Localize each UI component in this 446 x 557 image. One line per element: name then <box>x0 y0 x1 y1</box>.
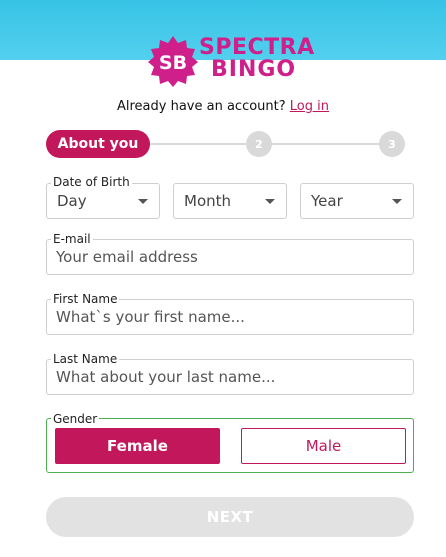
logo-badge-text: SB <box>159 52 187 74</box>
step-2-indicator: 2 <box>246 131 272 157</box>
login-prompt-text: Already have an account? <box>116 99 286 114</box>
email-field[interactable] <box>46 239 414 275</box>
dob-day-value: Day <box>57 192 87 210</box>
logo-wordmark: SPECTRA BINGO <box>199 37 315 81</box>
step-about-you: About you <box>46 130 150 158</box>
dob-month-value: Month <box>184 192 232 210</box>
gender-male-button[interactable]: Male <box>241 428 406 464</box>
step-3-indicator: 3 <box>379 131 405 157</box>
login-link[interactable]: Log in <box>290 99 329 114</box>
chevron-down-icon <box>138 199 148 204</box>
spectra-bingo-logo: SB SPECTRA BINGO <box>147 35 317 87</box>
last-name-label: Last Name <box>51 352 120 366</box>
login-prompt: Already have an account? Log in <box>0 99 446 114</box>
dob-month-select[interactable]: Month <box>173 183 287 219</box>
dob-year-select[interactable]: Year <box>300 183 414 219</box>
dob-label: Date of Birth <box>51 175 132 189</box>
email-label: E-mail <box>51 232 93 246</box>
gender-female-button[interactable]: Female <box>55 428 220 464</box>
logo-line-2: BINGO <box>211 57 297 82</box>
logo-line-1: SPECTRA <box>199 35 315 60</box>
logo-badge-icon: SB <box>148 36 198 87</box>
gender-label: Gender <box>51 412 100 426</box>
gender-group: Female Male <box>46 418 414 473</box>
next-button[interactable]: NEXT <box>46 497 414 537</box>
progress-stepper: About you 2 3 <box>46 130 406 158</box>
chevron-down-icon <box>265 199 275 204</box>
first-name-label: First Name <box>51 292 120 306</box>
chevron-down-icon <box>392 199 402 204</box>
dob-year-value: Year <box>311 192 343 210</box>
